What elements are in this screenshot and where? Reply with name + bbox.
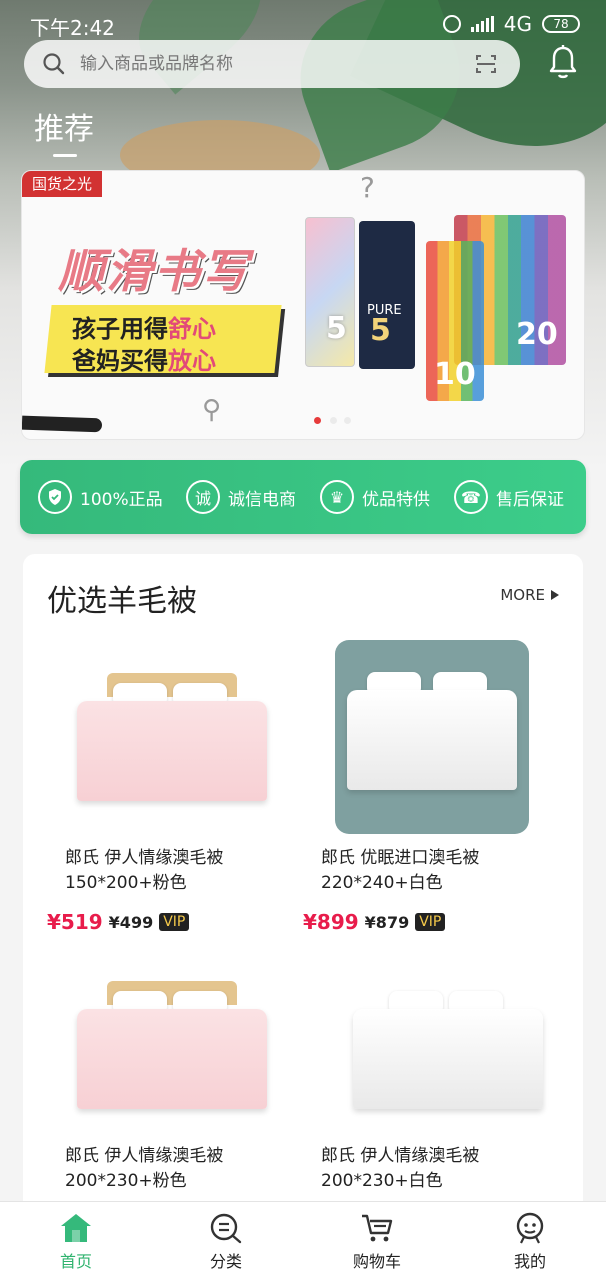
status-time: 下午2:42 (30, 16, 115, 40)
product-price: ¥899 ¥879 VIP (303, 910, 446, 934)
battery-icon: 78 (542, 15, 580, 33)
carousel-dot[interactable] (344, 417, 351, 424)
product-name: 郎氏 优眠进口澳毛被 220*240+白色 (321, 846, 551, 896)
product-card[interactable]: 郎氏 伊人情缘澳毛被 200*230+粉色 (47, 946, 297, 1196)
shield-icon (38, 480, 72, 514)
play-arrow-icon (551, 590, 559, 600)
guarantee-quality[interactable]: ♛ 优品特供 (320, 480, 430, 514)
product-name-line1: 郎氏 伊人情缘澳毛被 (65, 848, 224, 868)
battery-level: 78 (553, 17, 569, 31)
product-card[interactable]: 郎氏 伊人情缘澳毛被 150*200+粉色 ¥519 ¥499 VIP (47, 638, 297, 938)
guarantee-label: 优品特供 (362, 489, 430, 510)
banner-line-2: 爸妈买得放心 (72, 341, 216, 376)
crown-icon: ♛ (320, 480, 354, 514)
guarantee-label: 100%正品 (80, 489, 163, 510)
nav-label: 我的 (513, 1252, 546, 1271)
banner-line-2-text: 爸妈买得 (72, 347, 168, 375)
banner-headline: 顺滑书写 (58, 244, 250, 298)
product-image (335, 640, 529, 834)
question-doodle: ? (360, 171, 375, 204)
guarantee-bar: 100%正品 诚 诚信电商 ♛ 优品特供 ☎ 售后保证 (20, 460, 586, 534)
guarantee-aftersales[interactable]: ☎ 售后保证 (454, 480, 564, 514)
honest-icon: 诚 (186, 480, 220, 514)
vip-badge: VIP (415, 913, 446, 931)
alarm-icon (442, 15, 461, 33)
promo-banner[interactable]: 国货之光 ? 顺滑书写 孩子用得舒心 爸妈买得放心 PURE 5 5 10 20… (21, 170, 585, 440)
product-price: ¥519 ¥499 VIP (47, 910, 190, 934)
product-name-line1: 郎氏 伊人情缘澳毛被 (65, 1146, 224, 1166)
more-link[interactable]: MORE (500, 586, 559, 604)
product-name: 郎氏 伊人情缘澳毛被 150*200+粉色 (65, 846, 295, 896)
carousel-dot-active[interactable] (314, 417, 321, 424)
guarantee-label: 诚信电商 (228, 489, 296, 510)
product-name-line2: 200*230+粉色 (65, 1171, 187, 1191)
bottom-nav: 首页 分类 购物车 我的 (0, 1201, 606, 1279)
nav-label: 购物车 (352, 1252, 401, 1271)
tab-indicator (53, 154, 77, 157)
product-name-line2: 150*200+粉色 (65, 873, 187, 893)
quilt-image (77, 673, 267, 803)
tab-recommend[interactable]: 推荐 (34, 104, 94, 148)
product-image (47, 946, 297, 1146)
nav-profile[interactable]: 我的 (480, 1210, 580, 1274)
nav-category[interactable]: 分类 (176, 1210, 276, 1274)
product-name: 郎氏 伊人情缘澳毛被 200*230+粉色 (65, 1144, 295, 1194)
price: ¥899 (303, 910, 359, 934)
banner-line-2-highlight: 放心 (168, 347, 216, 375)
guarantee-label: 售后保证 (496, 489, 564, 510)
banner-tag: 国货之光 (22, 171, 103, 197)
pen-pack-number: 5 (326, 311, 347, 346)
signal-icon (470, 16, 494, 32)
search-input[interactable] (80, 48, 460, 80)
pen-pack-number: 10 (434, 357, 476, 392)
quilt-image (77, 981, 267, 1111)
search-bar[interactable] (24, 40, 520, 88)
guarantee-authentic[interactable]: 100%正品 (38, 480, 163, 514)
banner-line-1-highlight: 舒心 (168, 315, 216, 343)
network-label: 4G (503, 12, 532, 36)
vip-price: ¥879 (364, 912, 410, 932)
product-card[interactable]: 郎氏 伊人情缘澳毛被 200*230+白色 (303, 946, 553, 1196)
product-name-line1: 郎氏 伊人情缘澳毛被 (321, 1146, 480, 1166)
price: ¥519 (47, 910, 103, 934)
bell-icon[interactable] (547, 44, 579, 82)
nav-cart[interactable]: 购物车 (327, 1210, 427, 1274)
search-icon (43, 53, 65, 75)
cart-icon (362, 1214, 393, 1242)
quilt-image (347, 672, 517, 802)
profile-icon (516, 1212, 544, 1244)
nav-home[interactable]: 首页 (26, 1210, 126, 1274)
banner-line-1: 孩子用得舒心 (72, 309, 216, 344)
product-name: 郎氏 伊人情缘澳毛被 200*230+白色 (321, 1144, 551, 1194)
vip-badge: VIP (159, 913, 190, 931)
quilt-image (353, 981, 543, 1111)
more-label: MORE (500, 586, 545, 604)
product-image (323, 946, 573, 1146)
pen-decoration (22, 415, 103, 433)
product-name-line2: 220*240+白色 (321, 873, 443, 893)
nav-label: 首页 (59, 1252, 92, 1271)
status-icons: 4G 78 (442, 12, 580, 36)
product-name-line2: 200*230+白色 (321, 1171, 443, 1191)
category-icon (210, 1213, 242, 1244)
home-icon (61, 1214, 91, 1242)
product-section: 优选羊毛被 MORE 郎氏 伊人情缘澳毛被 150*200+粉色 ¥519 ¥4… (23, 554, 583, 1279)
product-image (47, 638, 297, 838)
nav-label: 分类 (209, 1252, 242, 1271)
scan-icon[interactable] (474, 52, 498, 76)
product-name-line1: 郎氏 优眠进口澳毛被 (321, 848, 480, 868)
section-title: 优选羊毛被 (47, 584, 197, 619)
banner-line-1-text: 孩子用得 (72, 315, 168, 343)
carousel-dot[interactable] (330, 417, 337, 424)
bicycle-doodle: ⚲ (202, 395, 222, 425)
vip-price: ¥499 (108, 912, 154, 932)
product-card[interactable]: 郎氏 优眠进口澳毛被 220*240+白色 ¥899 ¥879 VIP (273, 638, 529, 938)
pen-pack-number: 20 (516, 317, 558, 352)
guarantee-honest[interactable]: 诚 诚信电商 (186, 480, 296, 514)
service-icon: ☎ (454, 480, 488, 514)
pen-pack-number: 5 (370, 313, 391, 348)
